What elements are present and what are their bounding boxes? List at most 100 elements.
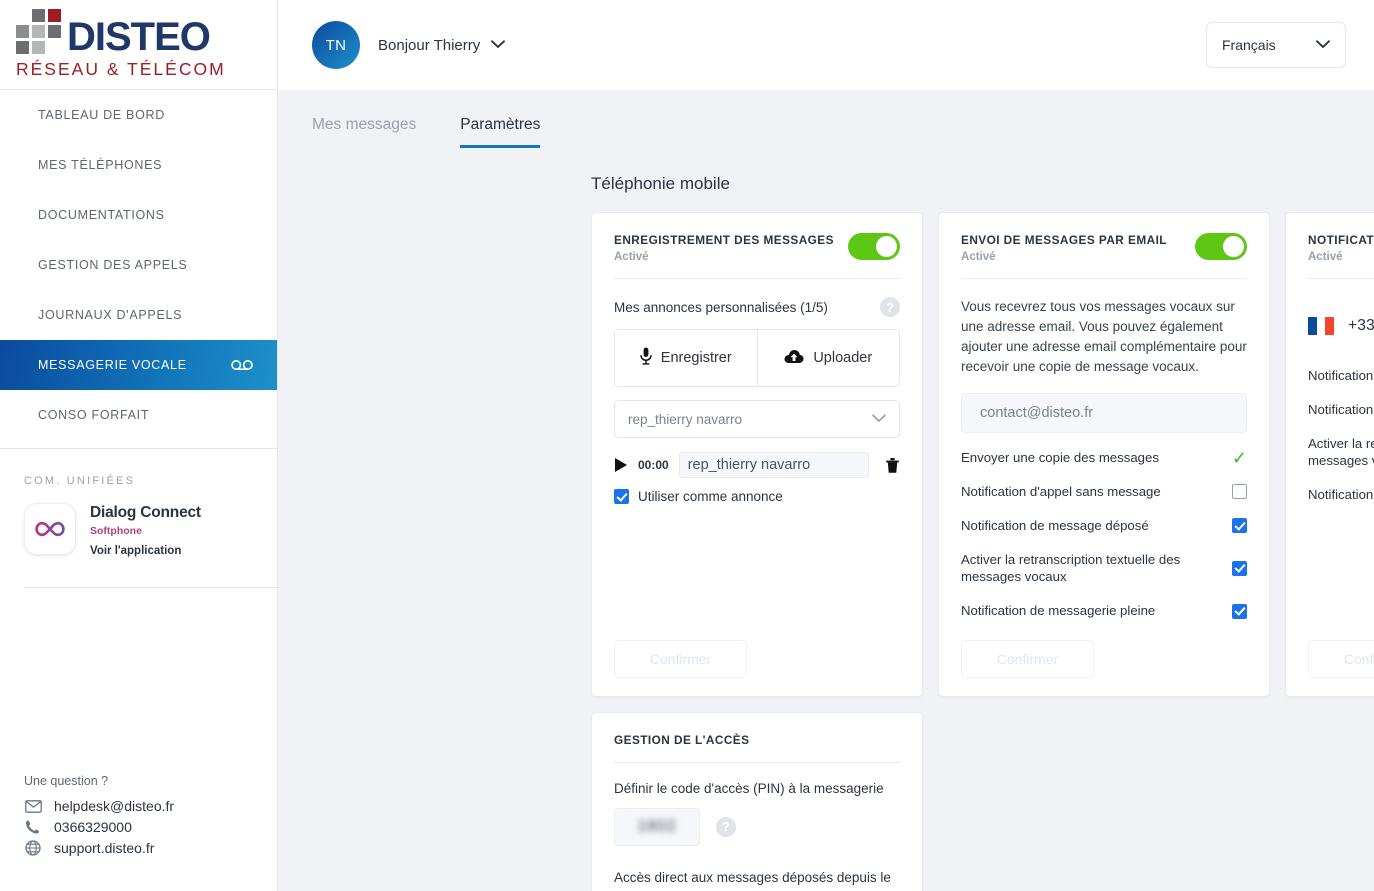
card-title: ENVOI DE MESSAGES PAR EMAIL bbox=[961, 233, 1167, 247]
option-row-message-depose[interactable]: Notification de message déposé bbox=[1308, 401, 1374, 419]
email-description: Vous recevrez tous vos messages vocaux s… bbox=[961, 299, 1247, 374]
card-title: ENREGISTREMENT DES MESSAGES bbox=[614, 233, 834, 247]
avatar[interactable]: TN bbox=[312, 21, 360, 69]
direct-access-note: Accès direct aux messages déposés depuis… bbox=[614, 869, 891, 885]
help-icon[interactable]: ? bbox=[716, 816, 736, 837]
brand-name: DISTEO bbox=[67, 15, 211, 59]
announce-select[interactable]: rep_thierry navarro bbox=[614, 400, 900, 438]
sidebar-item-tableau-de-bord[interactable]: TABLEAU DE BORD bbox=[0, 90, 277, 140]
option-label: Envoyer une copie des messages bbox=[961, 449, 1159, 465]
language-select[interactable]: Français bbox=[1206, 22, 1346, 68]
mail-icon bbox=[24, 799, 42, 813]
pin-row: 1802 ? bbox=[614, 807, 900, 846]
card-state: Activé bbox=[961, 251, 996, 263]
option-row-messagerie-pleine[interactable]: Notification de messagerie pleine bbox=[1308, 486, 1374, 504]
sidebar-item-label: MESSAGERIE VOCALE bbox=[38, 358, 187, 372]
main-area: TN Bonjour Thierry Français Mes messages bbox=[278, 0, 1374, 891]
sidebar-item-messagerie-vocale[interactable]: MESSAGERIE VOCALE bbox=[0, 340, 277, 390]
chevron-down-icon bbox=[491, 36, 506, 54]
sidebar-item-journaux-dappels[interactable]: JOURNAUX D'APPELS bbox=[0, 290, 277, 340]
microphone-icon bbox=[640, 347, 652, 369]
option-row-copy[interactable]: Envoyer une copie des messages ✓ bbox=[961, 449, 1247, 467]
record-button[interactable]: Enregistrer bbox=[615, 330, 757, 386]
card-divider bbox=[1308, 278, 1374, 279]
confirm-button-email[interactable]: Confirmer bbox=[961, 639, 1094, 678]
unified-comm-section: COM. UNIFIÉES Dialog Connect Softphone V… bbox=[0, 449, 277, 588]
card-envoi-de-messages-par-email: ENVOI DE MESSAGES PAR EMAIL Activé Vous … bbox=[938, 212, 1270, 697]
option-label: Notification de messagerie pleine bbox=[961, 603, 1156, 619]
option-row-messagerie-pleine[interactable]: Notification de messagerie pleine bbox=[961, 602, 1247, 620]
option-label: Notification d'appel sans message bbox=[961, 483, 1161, 499]
card-divider bbox=[614, 278, 900, 279]
record-button-label: Enregistrer bbox=[660, 350, 732, 366]
option-checkbox[interactable] bbox=[1232, 603, 1247, 619]
sidebar-nav: TABLEAU DE BORD MES TÉLÉPHONES DOCUMENTA… bbox=[0, 90, 277, 440]
email-input[interactable]: contact@disteo.fr bbox=[961, 392, 1247, 433]
option-row-retranscription[interactable]: Activer la retranscription textuelle des… bbox=[961, 551, 1247, 587]
card-gestion-de-lacces: GESTION DE L'ACCÈS Définir le code d'acc… bbox=[591, 711, 923, 891]
unified-comm-title: COM. UNIFIÉES bbox=[24, 475, 136, 487]
app-root: DISTEO RÉSEAU & TÉLÉCOM TABLEAU DE BORD … bbox=[0, 0, 1374, 891]
sidebar: DISTEO RÉSEAU & TÉLÉCOM TABLEAU DE BORD … bbox=[0, 0, 278, 891]
option-checkbox[interactable] bbox=[1232, 484, 1247, 500]
tab-parametres[interactable]: Paramètres bbox=[460, 110, 541, 148]
confirm-button-recording[interactable]: Confirmer bbox=[614, 639, 747, 678]
announces-row: Mes annonces personnalisées (1/5) ? bbox=[614, 297, 900, 317]
option-row-message-depose[interactable]: Notification de message déposé bbox=[961, 517, 1247, 535]
dialog-connect-card[interactable]: Dialog Connect Softphone Voir l'applicat… bbox=[24, 503, 277, 557]
option-label: Notification de message déposé bbox=[1308, 401, 1374, 417]
card-header: NOTIFICATIONS PAR SMS Activé bbox=[1308, 233, 1374, 263]
record-upload-buttons: Enregistrer Uploader bbox=[614, 329, 900, 387]
recording-toggle[interactable] bbox=[848, 233, 900, 260]
tab-bar: Mes messages Paramètres bbox=[278, 90, 1374, 148]
contact-website-row[interactable]: support.disteo.fr bbox=[24, 840, 277, 856]
option-checkbox[interactable] bbox=[1232, 518, 1247, 534]
email-toggle[interactable] bbox=[1195, 233, 1247, 260]
track-name-input[interactable]: rep_thierry navarro bbox=[678, 452, 869, 478]
brand-logo[interactable]: DISTEO RÉSEAU & TÉLÉCOM bbox=[0, 0, 277, 90]
pin-value: 1802 bbox=[637, 817, 677, 835]
card-state: Activé bbox=[1308, 251, 1343, 263]
option-row-retranscription[interactable]: Activer la retranscription textuelle des… bbox=[1308, 435, 1374, 471]
help-icon[interactable]: ? bbox=[880, 297, 900, 317]
sidebar-item-label: JOURNAUX D'APPELS bbox=[38, 308, 183, 322]
chevron-down-icon bbox=[1316, 36, 1330, 54]
use-as-announce-checkbox[interactable] bbox=[614, 489, 629, 504]
sidebar-item-mes-telephones[interactable]: MES TÉLÉPHONES bbox=[0, 140, 277, 190]
trash-icon[interactable] bbox=[885, 457, 900, 474]
voicemail-icon bbox=[231, 359, 253, 371]
pin-input[interactable]: 1802 bbox=[614, 807, 700, 846]
option-row-appel-sans-message[interactable]: Notification d'appel sans message bbox=[1308, 367, 1374, 385]
sms-phone-row: +33 6 87 71 04 64 bbox=[1308, 317, 1374, 335]
option-label: Notification de message déposé bbox=[961, 517, 1149, 533]
brand-tagline: RÉSEAU & TÉLÉCOM bbox=[16, 59, 226, 79]
contact-email-row[interactable]: helpdesk@disteo.fr bbox=[24, 798, 277, 814]
tab-mes-messages[interactable]: Mes messages bbox=[312, 110, 416, 148]
use-as-announce-row[interactable]: Utiliser comme annonce bbox=[614, 489, 900, 504]
dialog-connect-name: Dialog Connect bbox=[90, 504, 201, 521]
chevron-down-icon bbox=[872, 410, 886, 428]
confirm-button-sms[interactable]: Confirmer bbox=[1308, 639, 1374, 678]
sidebar-item-label: DOCUMENTATIONS bbox=[38, 208, 165, 222]
contact-phone-row[interactable]: 0366329000 bbox=[24, 819, 277, 835]
play-icon[interactable] bbox=[614, 457, 628, 473]
dialog-connect-link[interactable]: Voir l'application bbox=[90, 545, 201, 557]
card-title: NOTIFICATIONS PAR SMS bbox=[1308, 233, 1374, 247]
card-divider bbox=[614, 761, 900, 763]
sidebar-item-conso-forfait[interactable]: CONSO FORFAIT bbox=[0, 390, 277, 440]
pin-label: Définir le code d'accès (PIN) à la messa… bbox=[614, 780, 884, 796]
user-menu[interactable]: Bonjour Thierry bbox=[378, 36, 506, 54]
sidebar-item-documentations[interactable]: DOCUMENTATIONS bbox=[0, 190, 277, 240]
user-section: TN Bonjour Thierry bbox=[312, 21, 506, 69]
option-label: Notification de messagerie pleine bbox=[1308, 487, 1374, 503]
sidebar-item-label: GESTION DES APPELS bbox=[38, 258, 188, 272]
french-flag-icon bbox=[1308, 317, 1335, 335]
logo-squares-icon bbox=[16, 9, 61, 54]
contact-website: support.disteo.fr bbox=[54, 840, 155, 856]
sidebar-item-gestion-des-appels[interactable]: GESTION DES APPELS bbox=[0, 240, 277, 290]
option-checkbox[interactable] bbox=[1232, 560, 1247, 576]
upload-button[interactable]: Uploader bbox=[756, 330, 899, 386]
option-row-appel-sans-message[interactable]: Notification d'appel sans message bbox=[961, 483, 1247, 501]
card-enregistrement-des-messages: ENREGISTREMENT DES MESSAGES Activé Mes a… bbox=[591, 212, 923, 697]
option-label: Notification d'appel sans message bbox=[1308, 368, 1374, 383]
